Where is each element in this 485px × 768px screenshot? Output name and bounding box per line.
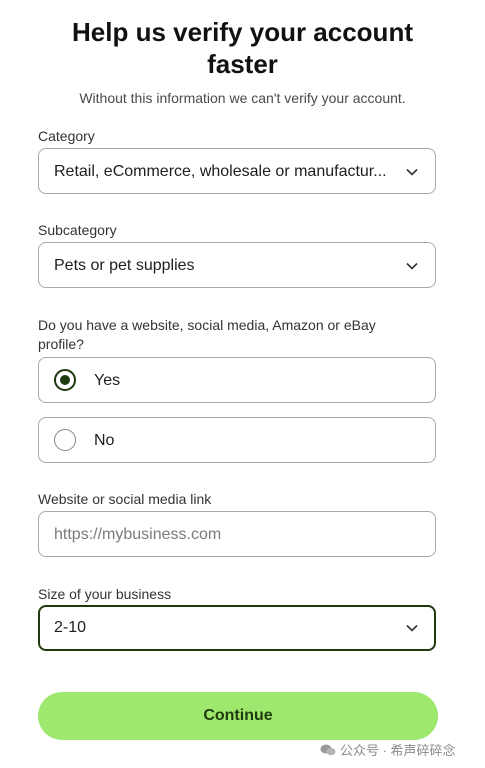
- radio-unchecked-icon: [54, 429, 76, 451]
- chevron-down-icon: [406, 624, 418, 632]
- business-size-value: 2-10: [54, 619, 87, 636]
- radio-option-no[interactable]: No: [38, 417, 436, 463]
- radio-label-yes: Yes: [94, 372, 121, 389]
- page-title: Help us verify your account faster: [20, 16, 465, 80]
- watermark-text: 公众号 · 希声碎碎念: [340, 743, 456, 758]
- radio-checked-icon: [54, 369, 76, 391]
- page-title-line-2: faster: [207, 49, 278, 79]
- subcategory-value: Pets or pet supplies: [54, 257, 195, 274]
- category-select[interactable]: Retail, eCommerce, wholesale or manufact…: [38, 148, 436, 194]
- radio-option-yes[interactable]: Yes: [38, 357, 436, 403]
- chevron-down-icon: [406, 262, 418, 270]
- website-placeholder: https://mybusiness.com: [54, 526, 222, 543]
- online-presence-question: Do you have a website, social media, Ama…: [38, 317, 376, 352]
- website-input[interactable]: https://mybusiness.com: [38, 511, 436, 557]
- category-value: Retail, eCommerce, wholesale or manufact…: [54, 163, 387, 180]
- page-subtitle: Without this information we can't verify…: [79, 90, 406, 106]
- radio-label-no: No: [94, 432, 115, 449]
- continue-button[interactable]: Continue: [38, 692, 438, 740]
- page-title-line-1: Help us verify your account: [72, 17, 413, 47]
- website-label: Website or social media link: [38, 491, 212, 507]
- subcategory-label: Subcategory: [38, 222, 117, 238]
- business-size-select[interactable]: 2-10: [38, 605, 436, 651]
- business-size-label: Size of your business: [38, 586, 172, 602]
- subcategory-select[interactable]: Pets or pet supplies: [38, 242, 436, 288]
- chevron-down-icon: [406, 168, 418, 176]
- watermark: 公众号 · 希声碎碎念: [320, 740, 456, 759]
- category-label: Category: [38, 128, 95, 144]
- wechat-icon: [320, 744, 336, 756]
